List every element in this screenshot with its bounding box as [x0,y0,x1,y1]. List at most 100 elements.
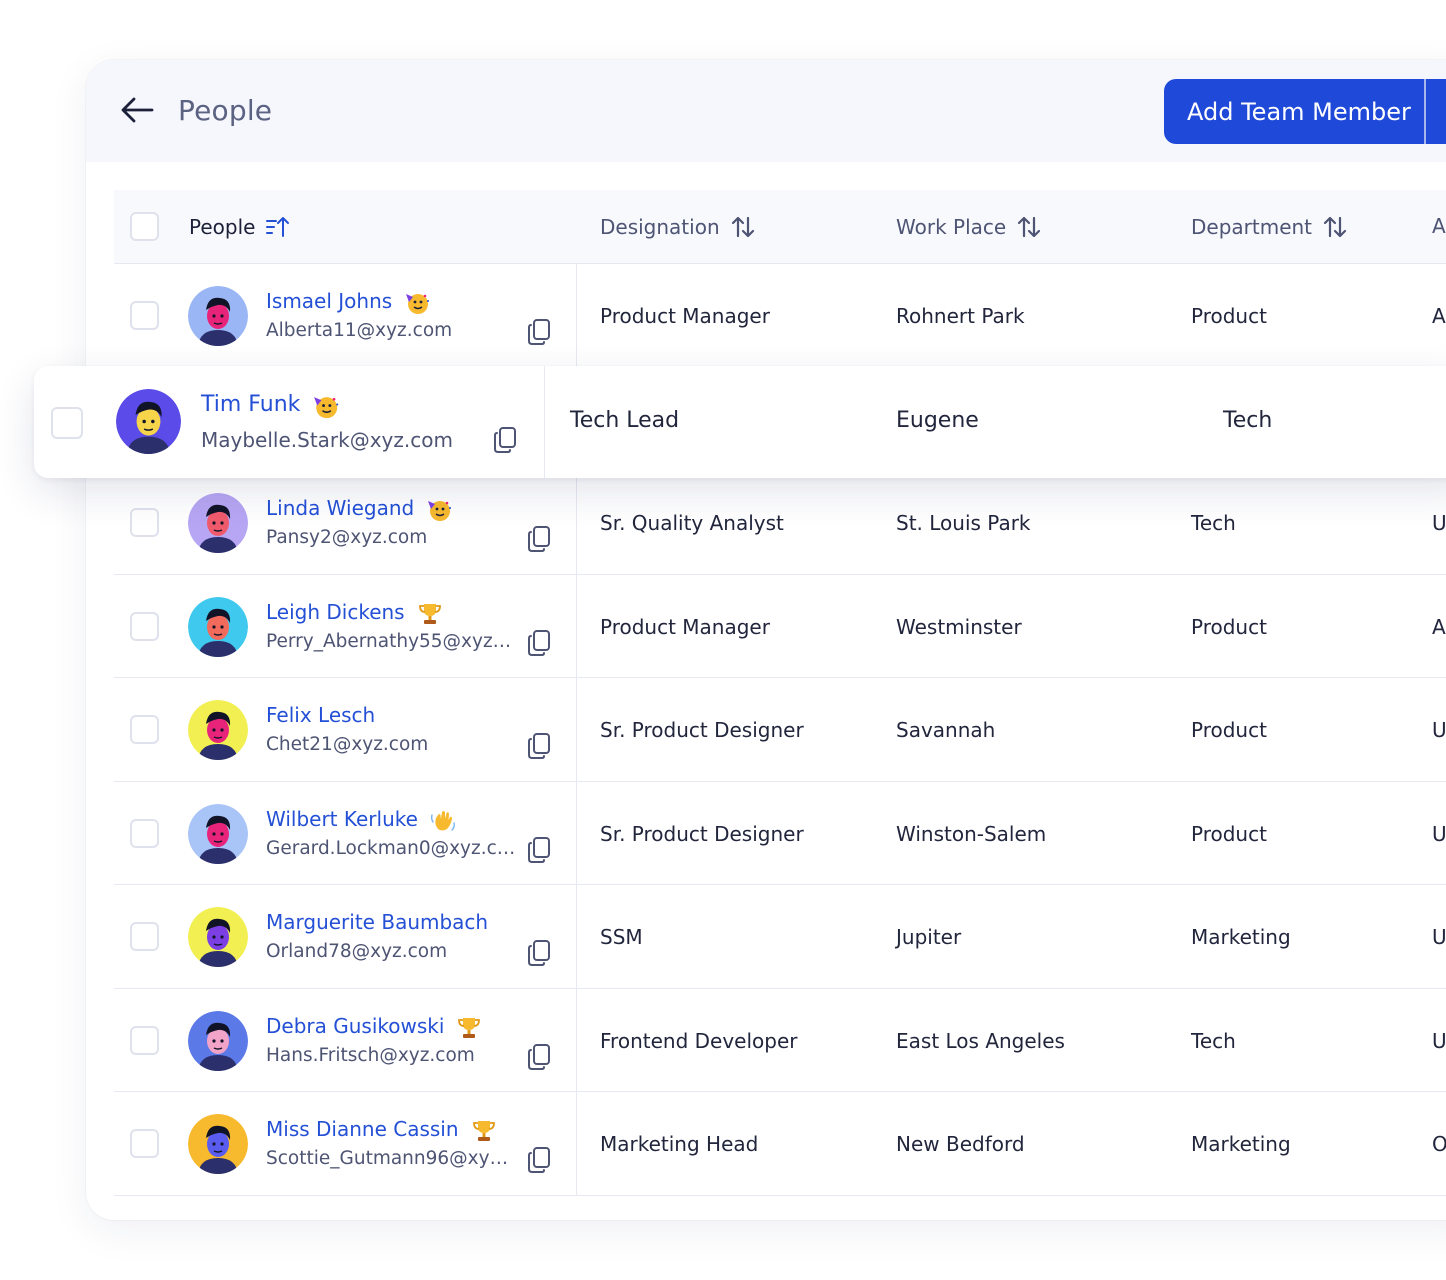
workplace-cell: Westminster [896,614,1022,639]
avatar-illustration [188,286,248,346]
copy-icon[interactable] [526,525,552,553]
designation-cell: Marketing Head [600,1132,759,1156]
copy-icon[interactable] [526,1146,552,1174]
party-face-icon [428,501,451,521]
next-column-cell: O [1432,1132,1446,1156]
department-cell: Product [1191,718,1267,742]
row-checkbox[interactable] [130,715,159,744]
table-row[interactable]: Wilbert Kerluke Gerard.Lockman0@xyz.co...… [114,782,1446,885]
workplace-cell: New Bedford [896,1132,1025,1156]
copy-icon[interactable] [526,939,552,967]
designation-cell: Tech Lead [570,408,680,433]
designation-cell: Frontend Developer [600,1028,798,1053]
copy-email-button[interactable] [526,836,552,868]
column-header-workplace[interactable]: Work Place [896,214,1042,240]
avatar [188,907,248,967]
avatar-illustration [188,493,248,553]
table-row[interactable]: Miss Dianne Cassin Scottie_Gutmann96@xyz.… [114,1092,1446,1196]
next-column-cell: U [1432,1028,1446,1053]
sort-icon[interactable] [730,214,756,240]
row-checkbox[interactable] [130,818,159,848]
person-name-link[interactable]: Wilbert Kerluke [266,807,418,831]
person-email: Pansy2@xyz.com [266,527,428,548]
person-name-link[interactable]: Ismael Johns [266,289,392,313]
column-header-department[interactable]: Department [1191,214,1348,240]
next-column-cell: A [1432,304,1446,328]
workplace-cell: East Los Angeles [896,1028,1065,1053]
row-checkbox[interactable] [130,508,159,537]
copy-email-button[interactable] [526,525,552,557]
row-checkbox[interactable] [130,922,159,951]
column-header-people[interactable]: People [189,214,291,240]
workplace-cell: St. Louis Park [896,511,1031,535]
table-row[interactable]: Leigh Dickens Perry_Abernathy55@xyz.c... P… [114,575,1446,678]
people-table: People Designation Work Place Department… [114,190,1446,1196]
department-cell: Tech [1191,1028,1236,1053]
table-row[interactable]: Linda Wiegand Pansy2@xyz.com Sr. Quality A… [114,471,1446,575]
sort-icon[interactable] [1322,214,1348,240]
designation-cell: Sr. Product Designer [600,821,804,846]
column-header-designation-label: Designation [600,215,720,239]
copy-email-button[interactable] [526,318,552,350]
table-header: People Designation Work Place Department… [114,190,1446,264]
department-cell: Tech [1191,511,1236,535]
row-checkbox[interactable] [130,1025,159,1055]
person-name-link[interactable]: Felix Lesch [266,703,375,727]
avatar-illustration [188,1010,248,1071]
trophy-icon [473,1121,495,1141]
copy-email-button[interactable] [526,1043,552,1075]
row-checkbox[interactable] [51,407,83,439]
copy-email-button[interactable] [526,1146,552,1178]
next-column-cell: U [1432,925,1446,949]
next-column-cell: A [1432,614,1446,639]
table-row[interactable]: Debra Gusikowski Hans.Fritsch@xyz.com Fron… [114,989,1446,1092]
department-cell: Product [1191,821,1267,846]
person-name-link[interactable]: Linda Wiegand [266,496,414,520]
copy-icon[interactable] [526,318,552,346]
person-name-link[interactable]: Tim Funk [201,392,300,417]
person-name-link[interactable]: Miss Dianne Cassin [266,1117,459,1141]
copy-email-button[interactable] [492,426,518,458]
copy-icon[interactable] [526,732,552,760]
row-checkbox[interactable] [130,301,159,330]
column-header-designation[interactable]: Designation [600,214,756,240]
table-row[interactable]: Ismael Johns Alberta11@xyz.com Product Man… [114,264,1446,368]
add-team-member-label: Add Team Member [1187,97,1411,126]
person-name-link[interactable]: Marguerite Baumbach [266,910,488,934]
department-cell: Tech [1223,408,1273,433]
person-name-link[interactable]: Leigh Dickens [266,600,405,624]
workplace-cell: Savannah [896,718,996,742]
department-cell: Product [1191,304,1267,328]
avatar-illustration [188,907,248,967]
add-team-member-button[interactable]: Add Team Member [1164,79,1446,144]
column-header-next[interactable]: A [1432,214,1446,238]
row-checkbox[interactable] [130,611,159,641]
copy-icon[interactable] [526,1043,552,1071]
table-row[interactable]: Felix Lesch Chet21@xyz.com Sr. Product Des… [114,678,1446,782]
people-card: People Add Team Member People Designatio… [86,60,1446,1220]
select-all-checkbox[interactable] [130,212,159,241]
sort-ascending-icon[interactable] [265,214,291,240]
dragged-table-row[interactable]: Tim Funk Maybelle.Stark@xyz.com Tech Lead E… [34,366,1446,478]
table-row[interactable]: Marguerite Baumbach Orland78@xyz.com SSM Ju… [114,885,1446,989]
trophy-icon [458,1017,480,1038]
row-checkbox[interactable] [130,1129,159,1158]
workplace-cell: Jupiter [896,925,962,949]
designation-cell: SSM [600,925,643,949]
person-name-link[interactable]: Debra Gusikowski [266,1014,444,1038]
next-column-cell: U [1432,718,1446,742]
arrow-left-icon[interactable] [120,96,154,124]
copy-email-button[interactable] [526,732,552,764]
copy-email-button[interactable] [526,629,552,661]
trophy-icon [419,603,441,624]
avatar [188,803,248,864]
person-email: Hans.Fritsch@xyz.com [266,1044,475,1066]
designation-cell: Sr. Quality Analyst [600,511,784,535]
designation-cell: Product Manager [600,304,770,328]
copy-icon[interactable] [526,629,552,657]
copy-icon[interactable] [492,426,518,454]
sort-icon[interactable] [1016,214,1042,240]
copy-email-button[interactable] [526,939,552,971]
copy-icon[interactable] [526,836,552,864]
avatar [188,1010,248,1071]
